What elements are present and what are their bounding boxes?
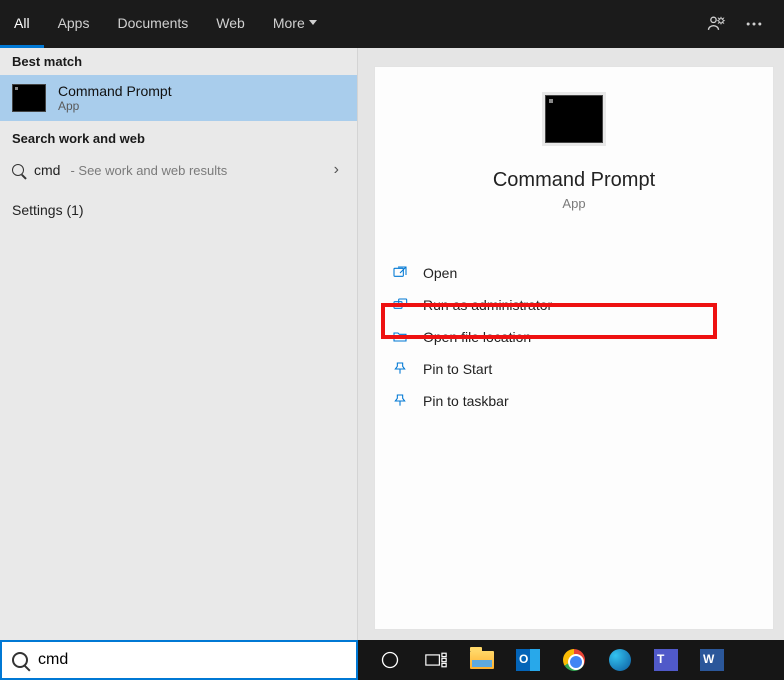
search-icon: [12, 652, 28, 668]
settings-results[interactable]: Settings (1): [0, 188, 357, 232]
tab-more-label: More: [273, 15, 305, 31]
command-prompt-icon: [12, 84, 46, 112]
word-icon[interactable]: [690, 640, 734, 680]
tab-apps[interactable]: Apps: [44, 0, 104, 48]
tab-more[interactable]: More: [259, 0, 331, 48]
preview-subtype: App: [375, 196, 773, 211]
action-pin-to-start-label: Pin to Start: [423, 361, 492, 377]
tab-web[interactable]: Web: [202, 0, 259, 48]
tab-all[interactable]: All: [0, 0, 44, 48]
taskbar-search-box[interactable]: [0, 640, 358, 680]
search-icon: [12, 164, 24, 176]
preview-app-icon: [545, 95, 603, 143]
tab-documents[interactable]: Documents: [103, 0, 202, 48]
action-open-label: Open: [423, 265, 457, 281]
outlook-icon[interactable]: [506, 640, 550, 680]
result-subtype: App: [58, 99, 172, 113]
action-pin-to-taskbar[interactable]: Pin to taskbar: [375, 385, 773, 417]
annotation-highlight: [381, 303, 717, 339]
pin-start-icon: [391, 361, 409, 377]
result-command-prompt[interactable]: Command Prompt App: [0, 75, 357, 121]
file-explorer-icon[interactable]: [460, 640, 504, 680]
action-pin-to-taskbar-label: Pin to taskbar: [423, 393, 509, 409]
action-pin-to-start[interactable]: Pin to Start: [375, 353, 773, 385]
chrome-icon[interactable]: [552, 640, 596, 680]
feedback-icon[interactable]: [706, 14, 726, 34]
edge-icon[interactable]: [598, 640, 642, 680]
task-view-icon[interactable]: [414, 640, 458, 680]
open-icon: [391, 265, 409, 281]
web-query: cmd: [34, 162, 60, 178]
teams-icon[interactable]: [644, 640, 688, 680]
action-open[interactable]: Open: [375, 257, 773, 289]
pin-taskbar-icon: [391, 393, 409, 409]
results-panel: Best match Command Prompt App Search wor…: [0, 48, 358, 640]
preview-panel: Command Prompt App Open Run as administr…: [358, 48, 784, 640]
web-hint: - See work and web results: [70, 163, 227, 178]
preview-title: Command Prompt: [375, 169, 773, 192]
cortana-icon[interactable]: [368, 640, 412, 680]
result-title: Command Prompt: [58, 83, 172, 99]
search-input[interactable]: [38, 651, 346, 669]
more-options-icon[interactable]: [744, 14, 764, 34]
taskbar: [0, 640, 784, 680]
web-search-cmd[interactable]: cmd - See work and web results ›: [0, 152, 357, 188]
chevron-down-icon: [309, 20, 317, 25]
search-work-web-header: Search work and web: [0, 121, 357, 152]
best-match-header: Best match: [0, 48, 357, 75]
search-scope-tabs: All Apps Documents Web More: [0, 0, 784, 48]
chevron-right-icon: ›: [334, 161, 339, 179]
